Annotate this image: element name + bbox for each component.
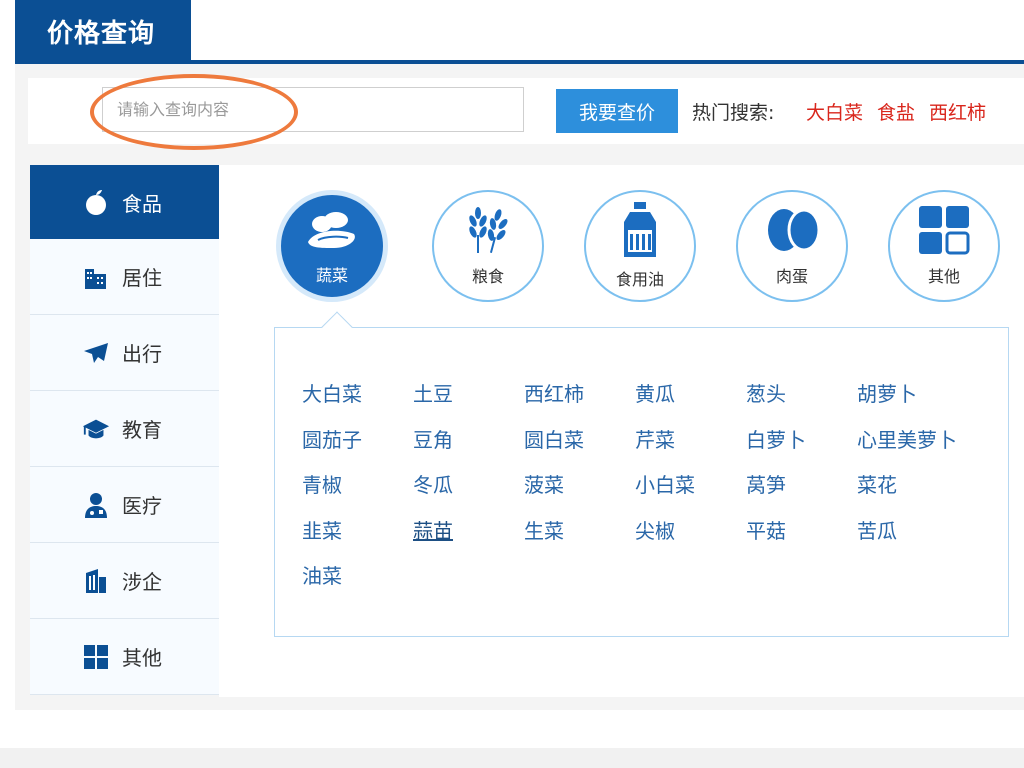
grid-icon xyxy=(917,205,971,259)
sidebar-item-label: 其他 xyxy=(122,646,162,670)
airplane-icon xyxy=(82,339,110,367)
hot-search-links: 大白菜 食盐 西红柿 xyxy=(806,98,1000,125)
list-item[interactable]: 韭菜 xyxy=(302,515,413,561)
category-label: 蔬菜 xyxy=(315,266,348,285)
list-item[interactable]: 白萝卜 xyxy=(746,424,857,470)
sidebar-item-label: 医疗 xyxy=(122,494,162,518)
list-item[interactable]: 芹菜 xyxy=(635,424,746,470)
list-item[interactable]: 尖椒 xyxy=(635,515,746,561)
vegetable-icon xyxy=(300,206,364,258)
list-item[interactable]: 西红柿 xyxy=(524,378,635,424)
category-label: 粮食 xyxy=(471,267,504,286)
category-label: 肉蛋 xyxy=(775,267,808,286)
list-item[interactable]: 平菇 xyxy=(746,515,857,561)
sidebar-item-food[interactable]: 食品 xyxy=(30,165,232,239)
category-label: 其他 xyxy=(927,267,960,286)
office-building-icon xyxy=(82,567,110,595)
list-item[interactable]: 土豆 xyxy=(413,378,524,424)
sidebar-item-label: 居住 xyxy=(122,266,162,290)
category-other[interactable]: 其他 xyxy=(888,190,1000,302)
list-item[interactable]: 豆角 xyxy=(413,424,524,470)
list-item[interactable]: 油菜 xyxy=(302,560,413,606)
category-label: 食用油 xyxy=(615,270,664,289)
list-item[interactable]: 心里美萝卜 xyxy=(857,424,968,470)
list-item[interactable]: 葱头 xyxy=(746,378,857,424)
hot-search-label: 热门搜索: xyxy=(692,102,775,124)
list-item[interactable]: 苦瓜 xyxy=(857,515,968,561)
list-item[interactable]: 莴笋 xyxy=(746,469,857,515)
search-input[interactable] xyxy=(102,87,524,132)
list-item[interactable]: 菠菜 xyxy=(524,469,635,515)
page-title-tab[interactable]: 价格查询 xyxy=(15,0,191,62)
list-item-hovered[interactable]: 蒜苗 xyxy=(413,515,524,561)
list-item[interactable]: 冬瓜 xyxy=(413,469,524,515)
page-footer-strip xyxy=(0,748,1024,768)
list-item[interactable]: 生菜 xyxy=(524,515,635,561)
wheat-icon xyxy=(458,205,518,259)
item-list: 大白菜 土豆 西红柿 黄瓜 葱头 胡萝卜 圆茄子 豆角 圆白菜 芹菜 白萝卜 心… xyxy=(302,378,1002,606)
buildings-icon xyxy=(82,263,110,291)
sidebar-item-other[interactable]: 其他 xyxy=(30,619,219,695)
category-grain[interactable]: 粮食 xyxy=(432,190,544,302)
hot-search-term[interactable]: 大白菜 xyxy=(806,102,863,124)
sidebar-item-education[interactable]: 教育 xyxy=(30,391,219,467)
list-item[interactable]: 胡萝卜 xyxy=(857,378,968,424)
sidebar-item-travel[interactable]: 出行 xyxy=(30,315,219,391)
list-item[interactable]: 大白菜 xyxy=(302,378,413,424)
list-item[interactable]: 黄瓜 xyxy=(635,378,746,424)
sidebar: 食品 居住 出行 教育 医疗 涉企 其他 xyxy=(30,165,232,695)
apple-icon xyxy=(82,188,110,216)
hot-search-term[interactable]: 西红柿 xyxy=(929,102,986,124)
eggs-icon xyxy=(760,205,824,259)
grid-icon xyxy=(82,643,110,671)
list-item[interactable]: 菜花 xyxy=(857,469,968,515)
sidebar-item-housing[interactable]: 居住 xyxy=(30,239,219,315)
sidebar-item-enterprise[interactable]: 涉企 xyxy=(30,543,219,619)
oil-bottle-icon xyxy=(620,202,660,262)
category-vegetables[interactable]: 蔬菜 xyxy=(276,190,388,302)
page-title: 价格查询 xyxy=(47,18,156,49)
list-item[interactable]: 小白菜 xyxy=(635,469,746,515)
doctor-icon xyxy=(82,491,110,519)
sidebar-item-label: 教育 xyxy=(122,418,162,442)
sidebar-item-medical[interactable]: 医疗 xyxy=(30,467,219,543)
list-item[interactable]: 圆白菜 xyxy=(524,424,635,470)
sidebar-item-label: 食品 xyxy=(122,191,162,216)
category-meat-eggs[interactable]: 肉蛋 xyxy=(736,190,848,302)
list-item[interactable]: 青椒 xyxy=(302,469,413,515)
category-cooking-oil[interactable]: 食用油 xyxy=(584,190,696,302)
list-item[interactable]: 圆茄子 xyxy=(302,424,413,470)
graduation-cap-icon xyxy=(82,415,110,443)
query-price-button[interactable]: 我要查价 xyxy=(556,89,678,133)
hot-search-term[interactable]: 食盐 xyxy=(877,102,915,124)
sidebar-item-label: 出行 xyxy=(122,342,162,366)
sidebar-item-label: 涉企 xyxy=(122,570,162,594)
